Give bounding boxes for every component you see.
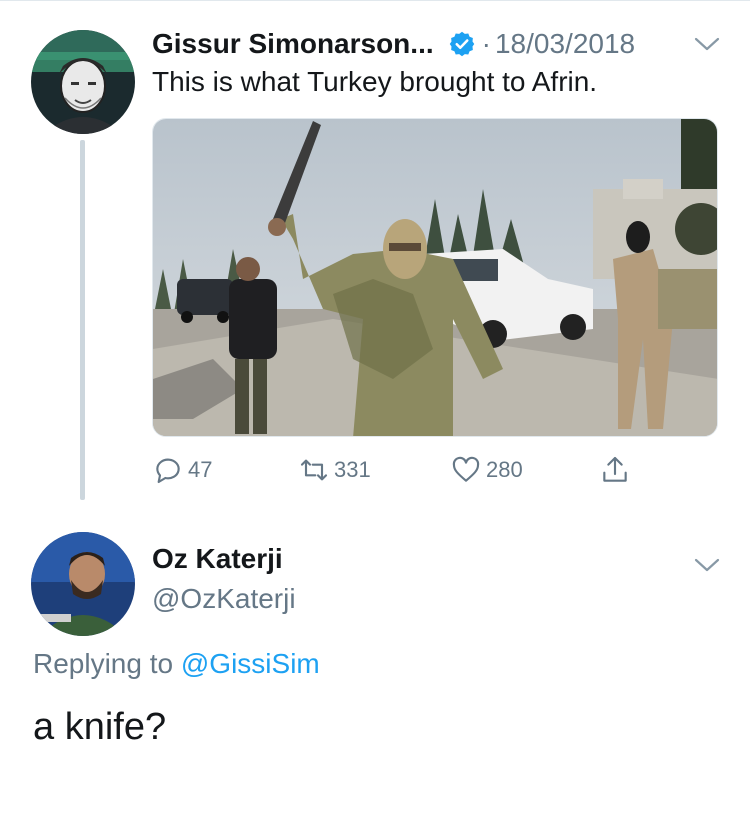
reply-icon <box>156 458 180 484</box>
avatar[interactable] <box>31 30 135 134</box>
heart-icon <box>452 456 480 482</box>
chevron-down-icon[interactable] <box>694 557 720 573</box>
reply-author-name[interactable]: Oz Katerji <box>152 543 283 575</box>
photo-image <box>153 119 717 436</box>
retweet-button[interactable]: 331 <box>298 450 371 490</box>
mention-link[interactable]: @GissiSim <box>181 648 320 679</box>
thread-connector-line <box>80 140 85 500</box>
avatar-image <box>31 30 135 134</box>
share-button[interactable] <box>599 450 631 490</box>
reply-count: 47 <box>188 457 213 482</box>
share-icon <box>603 456 627 482</box>
reply-button[interactable]: 47 <box>152 450 212 490</box>
top-divider <box>0 0 750 1</box>
tweet-text: This is what Turkey brought to Afrin. <box>152 66 598 97</box>
tweet-date[interactable]: 18/03/2018 <box>495 28 635 60</box>
retweet-icon <box>300 459 328 481</box>
reply-author-handle[interactable]: @OzKaterji <box>152 583 296 615</box>
avatar[interactable] <box>31 532 135 636</box>
reply-text: a knife? <box>33 706 167 748</box>
avatar-image <box>31 532 135 636</box>
tweet-actions: 47 331 280 <box>152 450 652 490</box>
separator-dot: · <box>481 28 491 59</box>
replying-to-line: Replying to @GissiSim <box>33 648 320 680</box>
tweet-media-photo[interactable] <box>152 118 718 437</box>
verified-badge-icon <box>449 31 474 57</box>
retweet-count: 331 <box>334 457 371 482</box>
replying-to-label: Replying to <box>33 648 174 679</box>
author-name[interactable]: Gissur Simonarson... <box>152 28 434 60</box>
tweet-header: Gissur Simonarson... · 18/03/2018 <box>152 24 635 64</box>
like-count: 280 <box>486 457 523 482</box>
chevron-down-icon[interactable] <box>694 36 720 52</box>
like-button[interactable]: 280 <box>450 450 523 490</box>
